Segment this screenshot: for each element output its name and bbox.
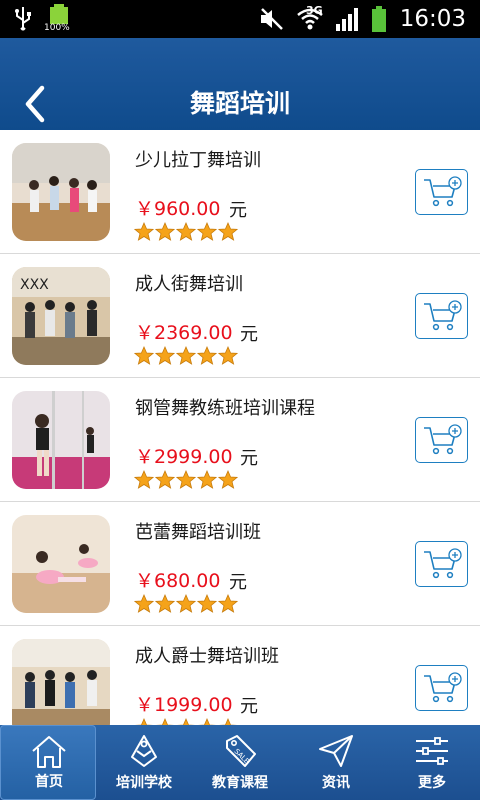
- battery-icon: [371, 6, 386, 32]
- course-name: 少儿拉丁舞培训: [135, 150, 261, 171]
- nav-item-courses[interactable]: SALE 教育课程: [192, 725, 288, 800]
- nav-item-school[interactable]: 培训学校: [96, 725, 192, 800]
- star-icon: [176, 222, 196, 241]
- clock: 16:03: [399, 6, 466, 32]
- wifi-icon: [296, 8, 323, 30]
- star-icon: [134, 346, 154, 365]
- star-icon: [176, 718, 196, 725]
- price-unit: 元: [240, 448, 258, 469]
- sale-tag-icon: SALE: [226, 735, 256, 767]
- add-to-cart-button[interactable]: [415, 293, 468, 339]
- star-icon: [155, 718, 175, 725]
- course-name: 钢管舞教练班培训课程: [135, 398, 315, 419]
- svg-text:XXX: XXX: [20, 277, 49, 293]
- course-item[interactable]: 钢管舞教练班培训课程 ￥2999.00 元: [0, 378, 480, 502]
- star-icon: [197, 222, 217, 241]
- course-price: ￥960.00: [135, 198, 221, 220]
- cart-add-icon: [424, 672, 462, 703]
- sliders-icon: [416, 737, 448, 765]
- bottom-nav: 首页 培训学校 SALE 教育课程 资讯 更多: [0, 725, 480, 800]
- star-icon: [155, 470, 175, 489]
- nav-item-home[interactable]: 首页: [0, 725, 96, 800]
- course-price: ￥2999.00: [135, 446, 233, 468]
- school-icon: [131, 735, 157, 767]
- course-item[interactable]: 成人爵士舞培训班 ￥1999.00 元: [0, 626, 480, 725]
- paper-plane-icon: [319, 735, 353, 767]
- course-thumbnail: [12, 515, 110, 613]
- nav-label: 教育课程: [212, 775, 268, 791]
- course-item[interactable]: 少儿拉丁舞培训 ￥960.00 元: [0, 130, 480, 254]
- star-icon: [176, 594, 196, 613]
- star-icon: [197, 594, 217, 613]
- star-rating: [134, 594, 238, 614]
- header-bar: 舞蹈培训: [0, 38, 480, 130]
- course-name: 成人街舞培训: [135, 274, 243, 295]
- star-icon: [155, 594, 175, 613]
- course-thumbnail: [12, 143, 110, 241]
- star-icon: [197, 346, 217, 365]
- add-to-cart-button[interactable]: [415, 541, 468, 587]
- star-rating: [134, 346, 238, 366]
- course-thumbnail: [12, 639, 110, 725]
- star-icon: [218, 222, 238, 241]
- nav-label: 更多: [418, 775, 446, 791]
- cart-add-icon: [424, 300, 462, 331]
- add-to-cart-button[interactable]: [415, 169, 468, 215]
- course-name: 芭蕾舞蹈培训班: [135, 522, 261, 543]
- status-bar: 100% 3G 16:03: [0, 0, 480, 38]
- page-title: 舞蹈培训: [189, 89, 290, 118]
- price-unit: 元: [240, 324, 258, 345]
- home-icon: [32, 736, 66, 768]
- cart-add-icon: [424, 176, 462, 207]
- star-rating: [134, 222, 238, 242]
- nav-item-news[interactable]: 资讯: [288, 725, 384, 800]
- star-icon: [155, 222, 175, 241]
- course-price: ￥2369.00: [135, 322, 233, 344]
- mute-icon: [260, 8, 283, 30]
- cart-add-icon: [424, 424, 462, 455]
- star-rating: [134, 718, 238, 725]
- star-icon: [176, 346, 196, 365]
- add-to-cart-button[interactable]: [415, 417, 468, 463]
- nav-label: 培训学校: [116, 775, 172, 791]
- star-icon: [218, 718, 238, 725]
- price-unit: 元: [240, 696, 258, 717]
- star-icon: [134, 222, 154, 241]
- star-icon: [197, 470, 217, 489]
- price-unit: 元: [229, 572, 247, 593]
- star-rating: [134, 470, 238, 490]
- star-icon: [155, 346, 175, 365]
- course-price: ￥1999.00: [135, 694, 233, 716]
- star-icon: [134, 594, 154, 613]
- star-icon: [218, 346, 238, 365]
- star-icon: [218, 594, 238, 613]
- nav-label: 资讯: [322, 775, 350, 791]
- star-icon: [218, 470, 238, 489]
- star-icon: [176, 470, 196, 489]
- signal-icon: [335, 8, 358, 31]
- nav-item-more[interactable]: 更多: [384, 725, 480, 800]
- nav-label: 首页: [35, 774, 63, 790]
- add-to-cart-button[interactable]: [415, 665, 468, 711]
- star-icon: [134, 718, 154, 725]
- course-item[interactable]: 芭蕾舞蹈培训班 ￥680.00 元: [0, 502, 480, 626]
- battery-percent: 100%: [44, 23, 70, 33]
- course-name: 成人爵士舞培训班: [135, 646, 279, 667]
- course-list: 少儿拉丁舞培训 ￥960.00 元 XXX 成人街舞培训 ￥2369.00 元 …: [0, 130, 480, 725]
- course-thumbnail: XXX: [12, 267, 110, 365]
- usb-icon: [15, 7, 31, 31]
- course-price: ￥680.00: [135, 570, 221, 592]
- price-unit: 元: [229, 200, 247, 221]
- battery-status-icon: 100%: [44, 4, 72, 34]
- star-icon: [197, 718, 217, 725]
- cart-add-icon: [424, 548, 462, 579]
- course-thumbnail: [12, 391, 110, 489]
- star-icon: [134, 470, 154, 489]
- course-item[interactable]: XXX 成人街舞培训 ￥2369.00 元: [0, 254, 480, 378]
